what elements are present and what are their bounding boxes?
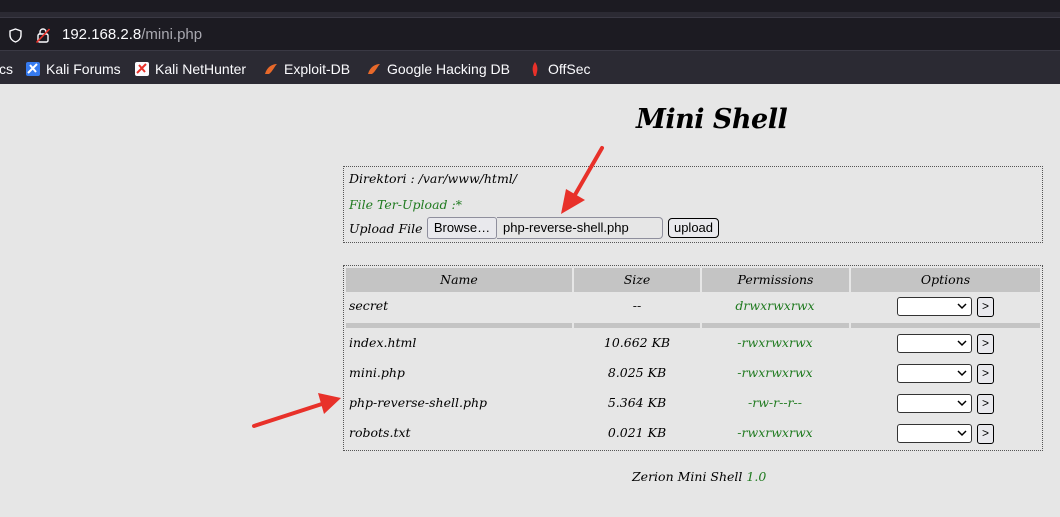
arrow-to-uploaded-file [252,393,341,428]
arrow-to-filename [561,146,604,214]
annotation-arrows [252,146,604,428]
